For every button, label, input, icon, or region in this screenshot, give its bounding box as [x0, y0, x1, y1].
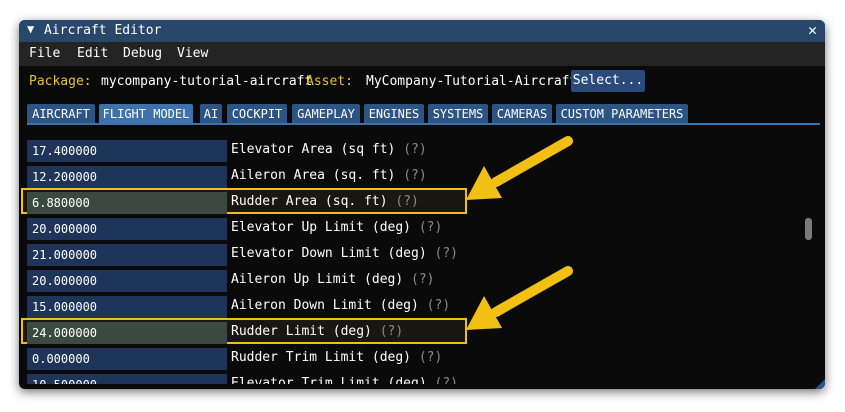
arrow-icon — [466, 136, 573, 200]
annotation-arrows — [466, 136, 573, 330]
arrow-icon — [466, 266, 573, 330]
